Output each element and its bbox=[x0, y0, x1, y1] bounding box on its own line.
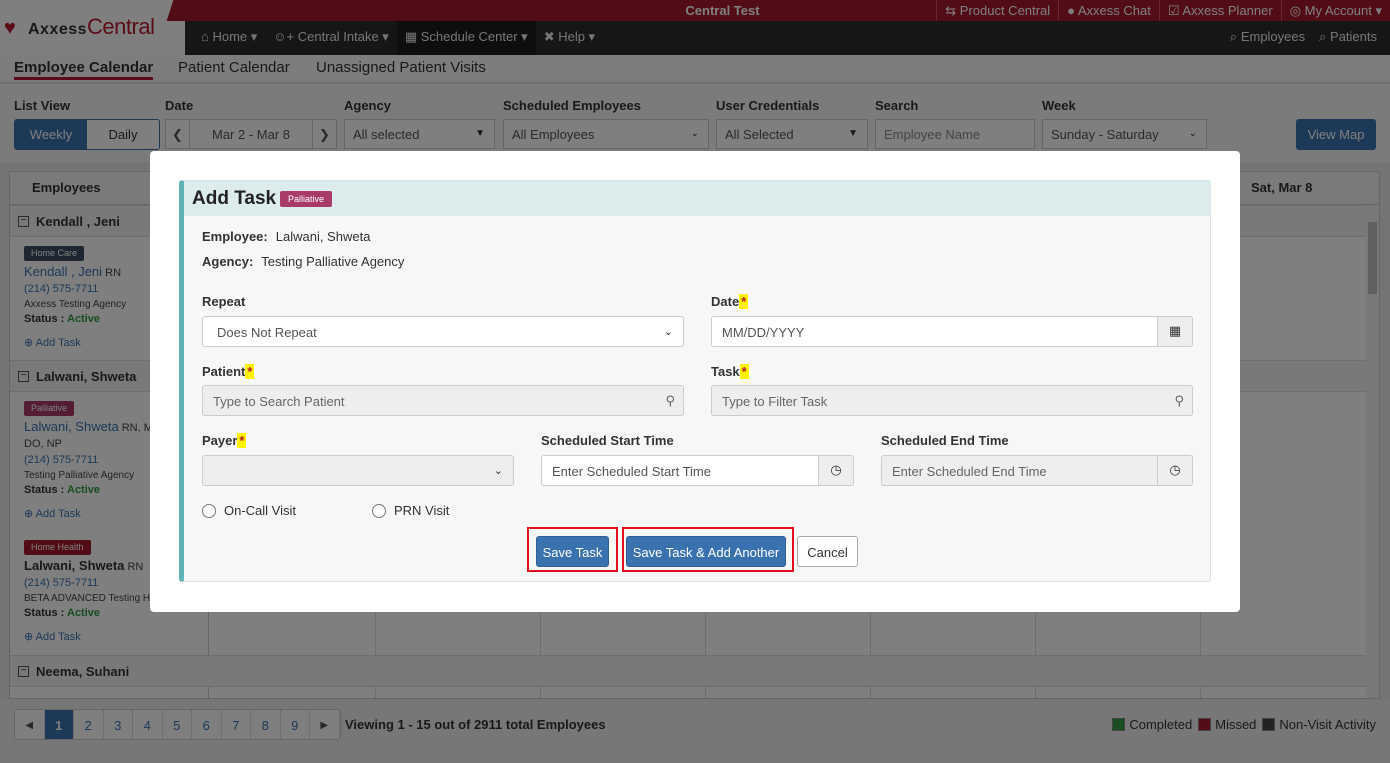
scheduled-end-label: Scheduled End Time bbox=[881, 433, 1009, 448]
palliative-badge: Palliative bbox=[280, 191, 333, 207]
search-icon: ⚲ bbox=[1174, 393, 1184, 408]
patient-label: Patient * bbox=[202, 364, 255, 379]
calendar-icon[interactable]: ▦ bbox=[1157, 317, 1192, 346]
panel-header: Add Task Palliative bbox=[184, 181, 1210, 216]
scheduled-end-input[interactable]: Enter Scheduled End Time ◷ bbox=[881, 455, 1193, 486]
repeat-select[interactable]: Does Not Repeat ⌄ bbox=[202, 316, 684, 347]
chevron-down-icon: ⌄ bbox=[493, 465, 503, 477]
scheduled-start-label: Scheduled Start Time bbox=[541, 433, 674, 448]
prn-visit-radio[interactable]: PRN Visit bbox=[372, 503, 449, 518]
date-input[interactable]: MM/DD/YYYY ▦ bbox=[711, 316, 1193, 347]
agency-info: Agency: Testing Palliative Agency bbox=[202, 254, 405, 269]
on-call-visit-radio[interactable]: On-Call Visit bbox=[202, 503, 296, 518]
repeat-label: Repeat bbox=[202, 294, 246, 309]
save-task-add-another-button[interactable]: Save Task & Add Another bbox=[626, 536, 786, 567]
dialog-title: Add Task bbox=[192, 188, 277, 209]
save-task-button[interactable]: Save Task bbox=[536, 536, 609, 567]
patient-search-input[interactable]: Type to Search Patient ⚲ bbox=[202, 385, 684, 416]
employee-info: Employee: Lalwani, Shweta bbox=[202, 229, 371, 244]
radio-circle-icon bbox=[202, 504, 216, 518]
payer-label: Payer * bbox=[202, 433, 247, 448]
chevron-down-icon: ⌄ bbox=[663, 326, 673, 338]
add-task-panel: Add Task Palliative Employee: Lalwani, Sh… bbox=[179, 180, 1211, 582]
cancel-button[interactable]: Cancel bbox=[797, 536, 858, 567]
add-task-dialog: Add Task Palliative Employee: Lalwani, Sh… bbox=[150, 151, 1240, 612]
search-icon: ⚲ bbox=[665, 393, 675, 408]
clock-icon[interactable]: ◷ bbox=[818, 456, 853, 485]
radio-circle-icon bbox=[372, 504, 386, 518]
task-label: Task * bbox=[711, 364, 749, 379]
scheduled-start-input[interactable]: Enter Scheduled Start Time ◷ bbox=[541, 455, 854, 486]
payer-select[interactable]: ⌄ bbox=[202, 455, 514, 486]
clock-icon[interactable]: ◷ bbox=[1157, 456, 1192, 485]
task-filter-input[interactable]: Type to Filter Task ⚲ bbox=[711, 385, 1193, 416]
date-label: Date * bbox=[711, 294, 749, 309]
